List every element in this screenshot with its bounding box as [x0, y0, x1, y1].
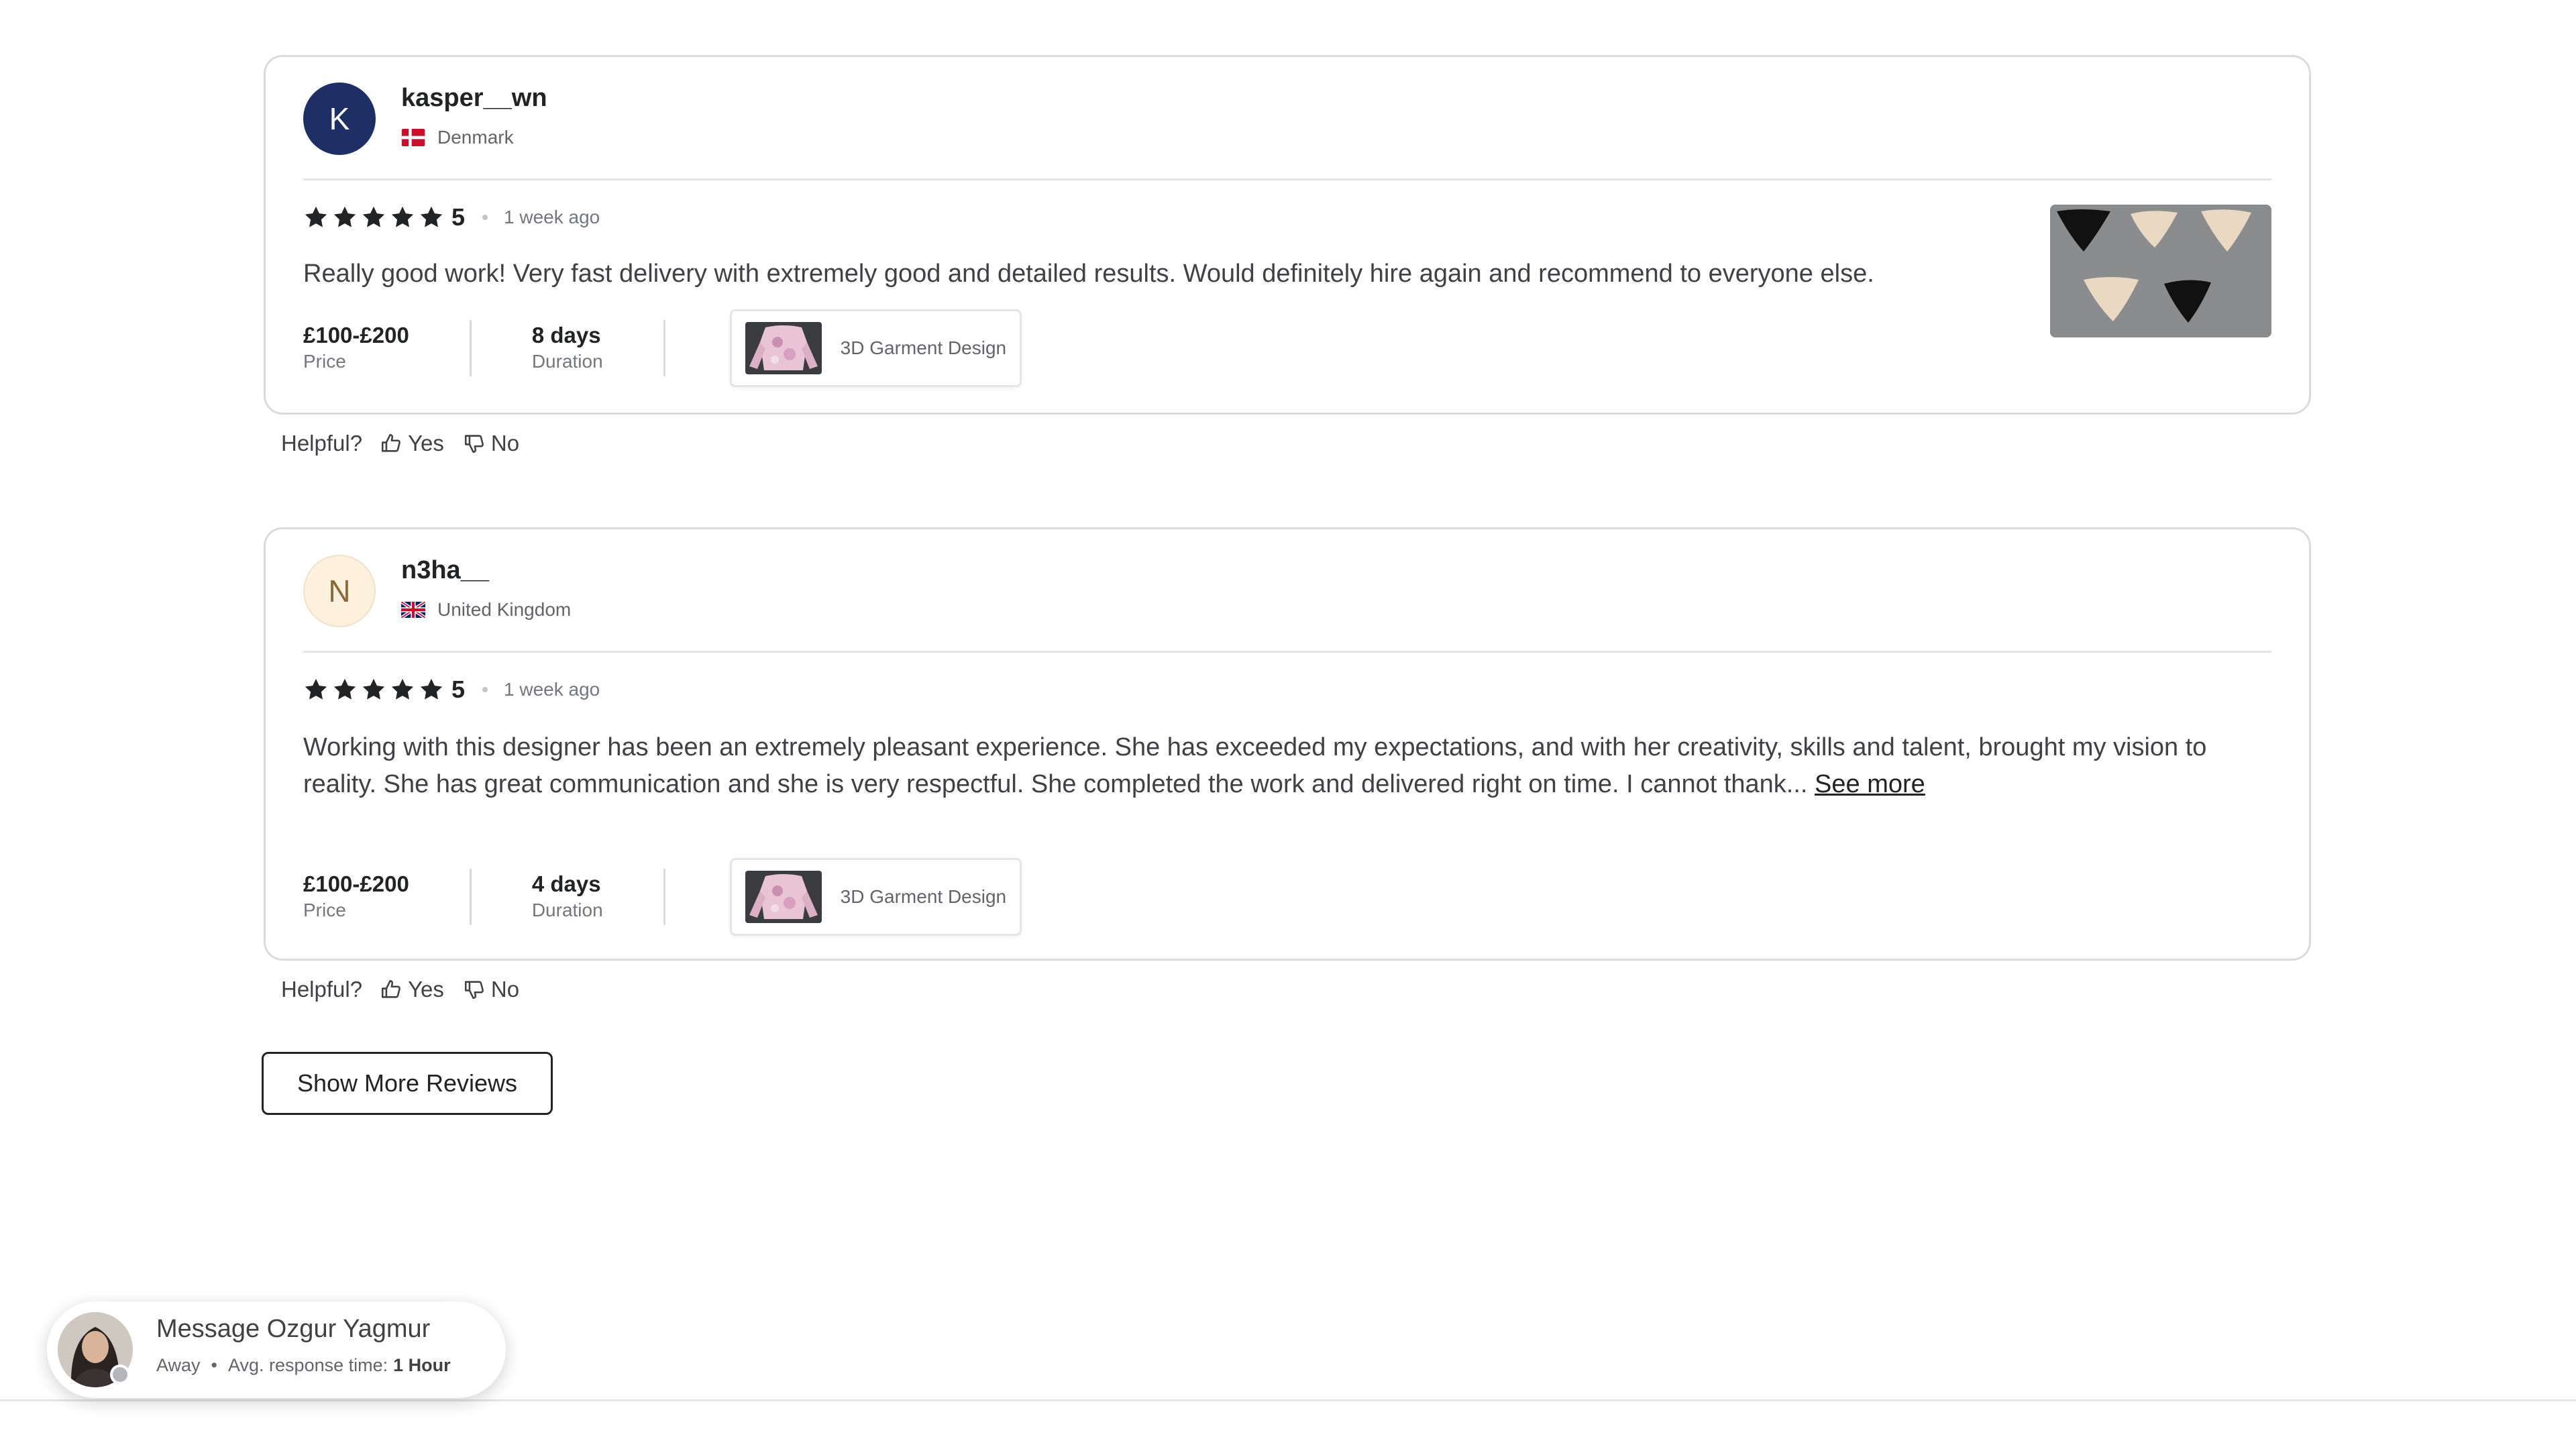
review-meta: £100-£200 Price 4 days Duration 3D Garme…: [303, 858, 1022, 936]
duration-block: 8 days Duration: [532, 322, 603, 374]
thumbs-up-icon: [382, 979, 401, 998]
star-icon: [333, 206, 356, 227]
price-value: £100-£200: [303, 323, 409, 347]
page-divider: [0, 1399, 2576, 1401]
gig-thumbnail: [745, 322, 822, 374]
bullet-separator: •: [211, 1355, 217, 1375]
helpful-yes-label: Yes: [408, 977, 444, 1002]
rating-value: 5: [451, 203, 466, 231]
helpful-question: Helpful?: [281, 431, 363, 455]
reviewer-username[interactable]: kasper__wn: [401, 84, 547, 113]
helpful-yes-button[interactable]: Yes: [380, 431, 444, 456]
star-icon: [391, 678, 414, 700]
helpful-no-button[interactable]: No: [463, 431, 519, 456]
duration-label: Duration: [531, 900, 603, 920]
helpful-row: Helpful? Yes No: [281, 977, 538, 1002]
message-seller-button[interactable]: Message Ozgur Yagmur Away • Avg. respons…: [47, 1301, 506, 1398]
price-block: £100-£200 Price: [303, 871, 409, 923]
response-time-value: 1 Hour: [393, 1355, 451, 1375]
avatar[interactable]: N: [303, 555, 376, 627]
gig-tag[interactable]: 3D Garment Design: [729, 858, 1022, 936]
star-icon: [305, 678, 327, 700]
review-meta: £100-£200 Price 8 days Duration 3D Garme…: [303, 309, 1022, 387]
rating-row: 5 1 week ago: [303, 203, 600, 231]
rating-value: 5: [451, 676, 466, 703]
star-icon: [362, 206, 385, 227]
review-attachment-image[interactable]: [2050, 205, 2271, 337]
gig-label: 3D Garment Design: [840, 337, 1007, 358]
see-more-link[interactable]: See more: [1815, 770, 1925, 798]
helpful-row: Helpful? Yes No: [281, 431, 538, 456]
review-text: Working with this designer has been an e…: [303, 729, 2269, 803]
rating-row: 5 1 week ago: [303, 676, 600, 704]
meta-divider: [663, 320, 665, 376]
star-icon: [420, 206, 443, 227]
review-time: 1 week ago: [504, 679, 600, 700]
star-icon: [420, 678, 443, 700]
response-time-label: Avg. response time:: [228, 1355, 388, 1375]
seller-status-line: Away • Avg. response time: 1 Hour: [156, 1355, 451, 1376]
helpful-yes-label: Yes: [408, 431, 444, 455]
dot-separator: [482, 687, 488, 692]
helpful-no-button[interactable]: No: [463, 977, 519, 1002]
helpful-yes-button[interactable]: Yes: [380, 977, 444, 1002]
duration-block: 4 days Duration: [532, 871, 603, 923]
star-icon: [305, 206, 327, 227]
divider: [303, 178, 2271, 180]
divider: [303, 651, 2271, 653]
dot-separator: [482, 215, 488, 220]
gig-label: 3D Garment Design: [840, 886, 1007, 907]
star-icon: [333, 678, 356, 700]
show-more-reviews-button[interactable]: Show More Reviews: [262, 1052, 553, 1115]
duration-value: 4 days: [531, 871, 601, 896]
review-text: Really good work! Very fast delivery wit…: [303, 260, 1874, 288]
duration-label: Duration: [531, 351, 603, 372]
country-name: United Kingdom: [437, 599, 572, 620]
message-seller-title: Message Ozgur Yagmur: [156, 1315, 431, 1343]
star-icon: [391, 206, 414, 227]
meta-divider: [663, 869, 665, 925]
reviewer-country: Denmark: [401, 127, 514, 148]
helpful-question: Helpful?: [281, 977, 363, 1002]
thumbs-down-icon: [464, 435, 484, 453]
away-status-dot: [110, 1364, 130, 1385]
price-label: Price: [303, 351, 346, 372]
reviewer-country: United Kingdom: [401, 599, 571, 621]
star-icon: [362, 678, 385, 700]
thumbs-up-icon: [382, 433, 401, 452]
gig-tag[interactable]: 3D Garment Design: [729, 309, 1022, 387]
united-kingdom-flag-icon: [401, 601, 425, 619]
thumbs-down-icon: [464, 981, 484, 1000]
meta-divider: [469, 869, 472, 925]
gig-thumbnail: [745, 871, 822, 923]
denmark-flag-icon: [401, 129, 425, 146]
review-card: N n3ha__ United Kingdom 5 1 week ago Wor…: [264, 527, 2311, 961]
review-card: K kasper__wn Denmark 5 1 week ago Really…: [264, 55, 2311, 415]
review-time: 1 week ago: [504, 207, 600, 227]
seller-status: Away: [156, 1355, 201, 1375]
price-value: £100-£200: [303, 871, 409, 896]
price-block: £100-£200 Price: [303, 322, 409, 374]
helpful-no-label: No: [490, 977, 520, 1002]
price-label: Price: [303, 900, 346, 920]
helpful-no-label: No: [490, 431, 520, 455]
meta-divider: [469, 320, 472, 376]
duration-value: 8 days: [531, 323, 601, 347]
avatar[interactable]: K: [303, 83, 376, 155]
reviewer-username[interactable]: n3ha__: [401, 556, 489, 585]
country-name: Denmark: [437, 127, 514, 148]
